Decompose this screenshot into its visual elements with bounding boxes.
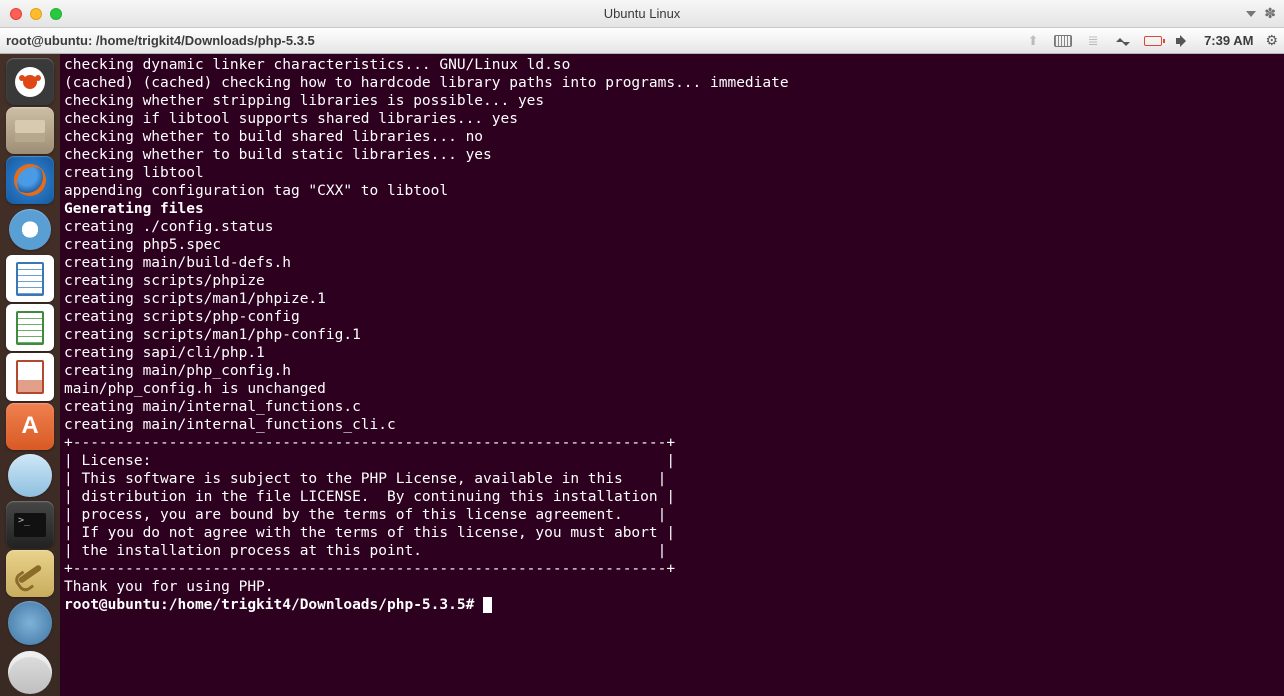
terminal-prompt[interactable]: root@ubuntu:/home/trigkit4/Downloads/php…	[64, 596, 1280, 614]
terminal-line: (cached) (cached) checking how to hardco…	[64, 74, 1280, 92]
mac-titlebar: Ubuntu Linux ✽	[0, 0, 1284, 28]
terminal-line: | License: |	[64, 452, 1280, 470]
launcher-item-impress[interactable]	[6, 353, 54, 400]
terminal-line: | process, you are bound by the terms of…	[64, 506, 1280, 524]
terminal-line: creating scripts/man1/php-config.1	[64, 326, 1280, 344]
cursor	[483, 597, 492, 613]
launcher-item-terminal[interactable]: >_	[6, 501, 54, 548]
terminal-line: | This software is subject to the PHP Li…	[64, 470, 1280, 488]
wifi-icon[interactable]: ≣	[1084, 33, 1102, 49]
dropdown-icon[interactable]	[1246, 11, 1256, 17]
terminal-line: creating ./config.status	[64, 218, 1280, 236]
terminal-line: creating scripts/php-config	[64, 308, 1280, 326]
window-title: Ubuntu Linux	[604, 6, 681, 21]
session-icon[interactable]: ⚙	[1265, 32, 1278, 49]
terminal-line: creating main/internal_functions_cli.c	[64, 416, 1280, 434]
zoom-icon[interactable]	[50, 8, 62, 20]
terminal-line: creating scripts/phpize	[64, 272, 1280, 290]
panel-indicators: ⬆ ≣ 7:39 AM ⚙	[1024, 32, 1278, 49]
launcher-item-updates[interactable]	[8, 454, 52, 497]
terminal-line: creating sapi/cli/php.1	[64, 344, 1280, 362]
launcher-item-chromium[interactable]	[9, 209, 51, 250]
clock[interactable]: 7:39 AM	[1204, 33, 1253, 48]
terminal-heading: Generating files	[64, 200, 1280, 218]
upload-icon[interactable]: ⬆	[1024, 33, 1042, 49]
terminal-line: | distribution in the file LICENSE. By c…	[64, 488, 1280, 506]
terminal-line: checking whether to build shared librari…	[64, 128, 1280, 146]
launcher-item-software-center[interactable]: A	[6, 403, 54, 450]
terminal-line: | If you do not agree with the terms of …	[64, 524, 1280, 542]
terminal-line: checking whether to build static librari…	[64, 146, 1280, 164]
launcher-item-files[interactable]	[6, 107, 54, 154]
launcher-item-about[interactable]	[8, 601, 52, 644]
terminal-line: +---------------------------------------…	[64, 560, 1280, 578]
terminal-line: creating php5.spec	[64, 236, 1280, 254]
launcher-item-disks[interactable]	[8, 651, 52, 694]
panel-title: root@ubuntu: /home/trigkit4/Downloads/ph…	[6, 33, 315, 48]
terminal-line: appending configuration tag "CXX" to lib…	[64, 182, 1280, 200]
keyboard-icon[interactable]	[1054, 33, 1072, 49]
launcher-item-firefox[interactable]	[6, 156, 54, 203]
launcher-item-settings[interactable]	[6, 550, 54, 597]
terminal-line: checking if libtool supports shared libr…	[64, 110, 1280, 128]
top-panel: root@ubuntu: /home/trigkit4/Downloads/ph…	[0, 28, 1284, 54]
terminal-line: | the installation process at this point…	[64, 542, 1280, 560]
traffic-lights	[0, 8, 62, 20]
terminal-line: +---------------------------------------…	[64, 434, 1280, 452]
launcher-item-calc[interactable]	[6, 304, 54, 351]
terminal[interactable]: checking dynamic linker characteristics.…	[60, 54, 1284, 696]
close-icon[interactable]	[10, 8, 22, 20]
terminal-line: creating main/build-defs.h	[64, 254, 1280, 272]
terminal-line: creating libtool	[64, 164, 1280, 182]
gear-icon[interactable]: ✽	[1264, 5, 1276, 22]
network-icon[interactable]	[1114, 33, 1132, 49]
terminal-line: checking dynamic linker characteristics.…	[64, 56, 1280, 74]
terminal-line: creating main/internal_functions.c	[64, 398, 1280, 416]
launcher-item-dash[interactable]	[6, 58, 54, 105]
launcher: A >_	[0, 54, 60, 696]
terminal-line: creating scripts/man1/phpize.1	[64, 290, 1280, 308]
terminal-line: checking whether stripping libraries is …	[64, 92, 1280, 110]
software-glyph: A	[21, 412, 38, 440]
terminal-line: Thank you for using PHP.	[64, 578, 1280, 596]
battery-icon[interactable]	[1144, 33, 1162, 49]
sound-icon[interactable]	[1174, 33, 1192, 49]
terminal-line: creating main/php_config.h	[64, 362, 1280, 380]
launcher-item-writer[interactable]	[6, 255, 54, 302]
terminal-glyph: >_	[14, 513, 46, 537]
workspace: A >_ checking dynamic linker characteris…	[0, 54, 1284, 696]
minimize-icon[interactable]	[30, 8, 42, 20]
terminal-line: main/php_config.h is unchanged	[64, 380, 1280, 398]
